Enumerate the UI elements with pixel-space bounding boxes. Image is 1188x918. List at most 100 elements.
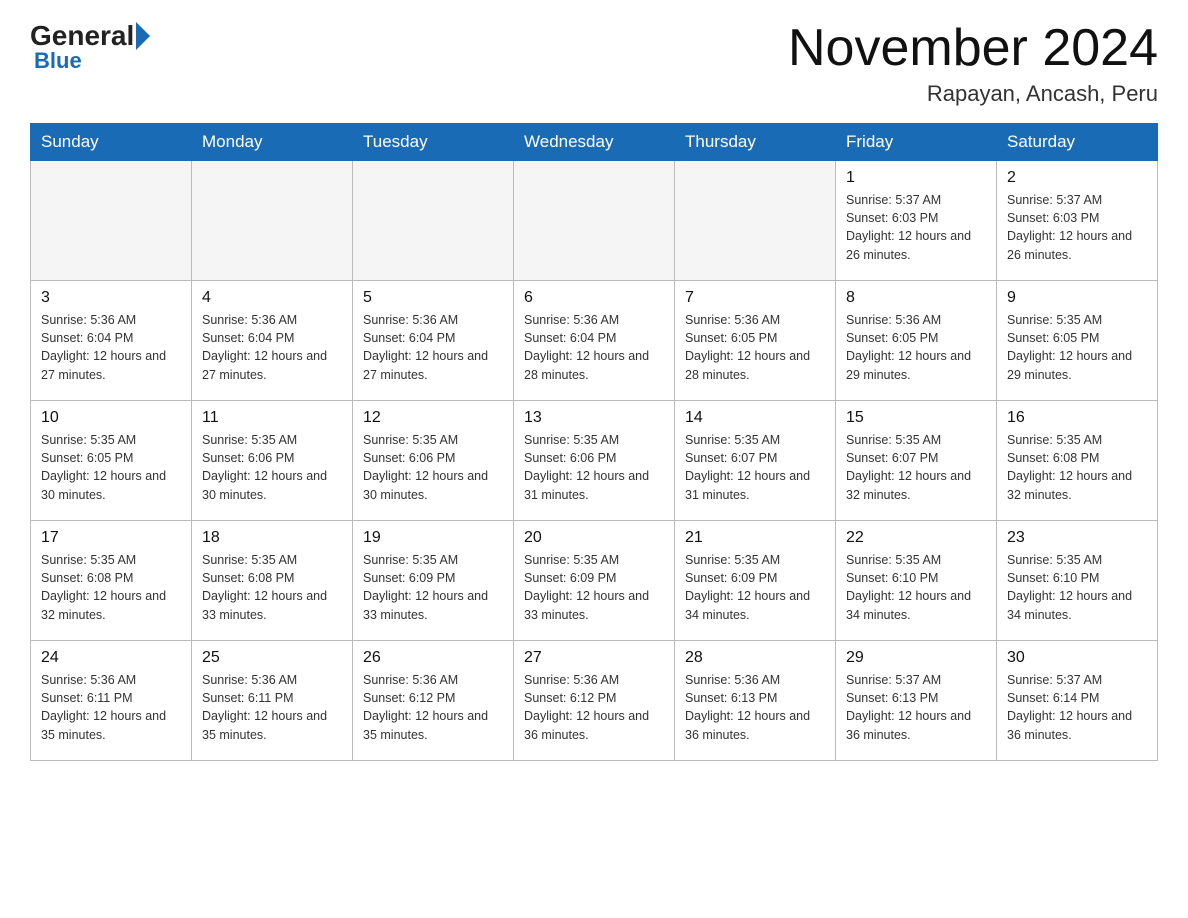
day-number: 23 [1007,529,1147,547]
day-info: Sunrise: 5:37 AM Sunset: 6:03 PM Dayligh… [846,191,986,264]
day-number: 16 [1007,409,1147,427]
calendar-cell: 28 Sunrise: 5:36 AM Sunset: 6:13 PM Dayli… [675,641,836,761]
day-info: Sunrise: 5:35 AM Sunset: 6:10 PM Dayligh… [1007,551,1147,624]
day-number: 19 [363,529,503,547]
day-info: Sunrise: 5:36 AM Sunset: 6:12 PM Dayligh… [363,671,503,744]
calendar-cell [31,161,192,281]
day-info: Sunrise: 5:35 AM Sunset: 6:08 PM Dayligh… [41,551,181,624]
day-info: Sunrise: 5:36 AM Sunset: 6:13 PM Dayligh… [685,671,825,744]
day-info: Sunrise: 5:35 AM Sunset: 6:08 PM Dayligh… [1007,431,1147,504]
calendar-week-row: 10Sunrise: 5:35 AM Sunset: 6:05 PM Dayli… [31,401,1158,521]
calendar-cell: 21 Sunrise: 5:35 AM Sunset: 6:09 PM Dayli… [675,521,836,641]
calendar-cell: 13 Sunrise: 5:35 AM Sunset: 6:06 PM Dayli… [514,401,675,521]
col-tuesday: Tuesday [353,124,514,161]
day-info: Sunrise: 5:35 AM Sunset: 6:06 PM Dayligh… [202,431,342,504]
col-wednesday: Wednesday [514,124,675,161]
day-info: Sunrise: 5:36 AM Sunset: 6:04 PM Dayligh… [41,311,181,384]
calendar-cell: 6 Sunrise: 5:36 AM Sunset: 6:04 PM Daylig… [514,281,675,401]
calendar-cell: 14 Sunrise: 5:35 AM Sunset: 6:07 PM Dayli… [675,401,836,521]
day-info: Sunrise: 5:35 AM Sunset: 6:09 PM Dayligh… [363,551,503,624]
day-info: Sunrise: 5:37 AM Sunset: 6:13 PM Dayligh… [846,671,986,744]
day-number: 28 [685,649,825,667]
calendar-cell: 15 Sunrise: 5:35 AM Sunset: 6:07 PM Dayli… [836,401,997,521]
col-sunday: Sunday [31,124,192,161]
day-info: Sunrise: 5:36 AM Sunset: 6:05 PM Dayligh… [685,311,825,384]
day-info: Sunrise: 5:37 AM Sunset: 6:03 PM Dayligh… [1007,191,1147,264]
col-thursday: Thursday [675,124,836,161]
calendar-week-row: 1Sunrise: 5:37 AM Sunset: 6:03 PM Daylig… [31,161,1158,281]
title-area: November 2024 Rapayan, Ancash, Peru [788,20,1158,107]
calendar-cell: 26Sunrise: 5:36 AM Sunset: 6:12 PM Dayli… [353,641,514,761]
calendar-cell: 1Sunrise: 5:37 AM Sunset: 6:03 PM Daylig… [836,161,997,281]
calendar-table: Sunday Monday Tuesday Wednesday Thursday… [30,123,1158,761]
day-info: Sunrise: 5:36 AM Sunset: 6:11 PM Dayligh… [41,671,181,744]
calendar-cell [675,161,836,281]
day-number: 30 [1007,649,1147,667]
day-number: 13 [524,409,664,427]
day-number: 17 [41,529,181,547]
month-title: November 2024 [788,20,1158,77]
calendar-cell: 3 Sunrise: 5:36 AM Sunset: 6:04 PM Daylig… [31,281,192,401]
day-info: Sunrise: 5:35 AM Sunset: 6:09 PM Dayligh… [524,551,664,624]
col-monday: Monday [192,124,353,161]
calendar-cell: 8 Sunrise: 5:36 AM Sunset: 6:05 PM Daylig… [836,281,997,401]
calendar-week-row: 3 Sunrise: 5:36 AM Sunset: 6:04 PM Daylig… [31,281,1158,401]
calendar-week-row: 24 Sunrise: 5:36 AM Sunset: 6:11 PM Dayli… [31,641,1158,761]
day-number: 15 [846,409,986,427]
calendar-cell: 20 Sunrise: 5:35 AM Sunset: 6:09 PM Dayli… [514,521,675,641]
day-info: Sunrise: 5:36 AM Sunset: 6:04 PM Dayligh… [363,311,503,384]
day-info: Sunrise: 5:35 AM Sunset: 6:08 PM Dayligh… [202,551,342,624]
day-info: Sunrise: 5:36 AM Sunset: 6:05 PM Dayligh… [846,311,986,384]
day-number: 9 [1007,289,1147,307]
day-number: 21 [685,529,825,547]
header: General Blue November 2024 Rapayan, Anca… [30,20,1158,107]
calendar-cell: 19 Sunrise: 5:35 AM Sunset: 6:09 PM Dayli… [353,521,514,641]
calendar-cell: 22 Sunrise: 5:35 AM Sunset: 6:10 PM Dayli… [836,521,997,641]
day-number: 24 [41,649,181,667]
day-number: 8 [846,289,986,307]
day-number: 4 [202,289,342,307]
logo-blue-text: Blue [34,48,82,74]
day-info: Sunrise: 5:36 AM Sunset: 6:04 PM Dayligh… [524,311,664,384]
logo-area: General Blue [30,20,150,74]
day-number: 11 [202,409,342,427]
calendar-cell: 7Sunrise: 5:36 AM Sunset: 6:05 PM Daylig… [675,281,836,401]
day-info: Sunrise: 5:36 AM Sunset: 6:11 PM Dayligh… [202,671,342,744]
logo-arrow-icon [136,22,150,50]
day-number: 18 [202,529,342,547]
location-subtitle: Rapayan, Ancash, Peru [788,81,1158,107]
day-info: Sunrise: 5:36 AM Sunset: 6:12 PM Dayligh… [524,671,664,744]
day-number: 22 [846,529,986,547]
calendar-cell: 30 Sunrise: 5:37 AM Sunset: 6:14 PM Dayli… [997,641,1158,761]
day-number: 25 [202,649,342,667]
calendar-cell [514,161,675,281]
day-info: Sunrise: 5:35 AM Sunset: 6:05 PM Dayligh… [1007,311,1147,384]
col-friday: Friday [836,124,997,161]
day-number: 27 [524,649,664,667]
day-info: Sunrise: 5:37 AM Sunset: 6:14 PM Dayligh… [1007,671,1147,744]
day-number: 5 [363,289,503,307]
calendar-header-row: Sunday Monday Tuesday Wednesday Thursday… [31,124,1158,161]
day-number: 14 [685,409,825,427]
day-info: Sunrise: 5:35 AM Sunset: 6:07 PM Dayligh… [685,431,825,504]
day-info: Sunrise: 5:35 AM Sunset: 6:09 PM Dayligh… [685,551,825,624]
calendar-cell: 10Sunrise: 5:35 AM Sunset: 6:05 PM Dayli… [31,401,192,521]
day-info: Sunrise: 5:36 AM Sunset: 6:04 PM Dayligh… [202,311,342,384]
day-info: Sunrise: 5:35 AM Sunset: 6:07 PM Dayligh… [846,431,986,504]
day-info: Sunrise: 5:35 AM Sunset: 6:06 PM Dayligh… [524,431,664,504]
calendar-cell: 12Sunrise: 5:35 AM Sunset: 6:06 PM Dayli… [353,401,514,521]
calendar-cell: 18 Sunrise: 5:35 AM Sunset: 6:08 PM Dayli… [192,521,353,641]
calendar-week-row: 17 Sunrise: 5:35 AM Sunset: 6:08 PM Dayli… [31,521,1158,641]
calendar-cell: 4 Sunrise: 5:36 AM Sunset: 6:04 PM Daylig… [192,281,353,401]
day-number: 10 [41,409,181,427]
day-number: 20 [524,529,664,547]
calendar-cell: 23 Sunrise: 5:35 AM Sunset: 6:10 PM Dayli… [997,521,1158,641]
day-info: Sunrise: 5:35 AM Sunset: 6:06 PM Dayligh… [363,431,503,504]
calendar-cell: 29Sunrise: 5:37 AM Sunset: 6:13 PM Dayli… [836,641,997,761]
day-info: Sunrise: 5:35 AM Sunset: 6:10 PM Dayligh… [846,551,986,624]
calendar-cell: 11 Sunrise: 5:35 AM Sunset: 6:06 PM Dayli… [192,401,353,521]
calendar-cell [192,161,353,281]
day-number: 6 [524,289,664,307]
calendar-cell: 27 Sunrise: 5:36 AM Sunset: 6:12 PM Dayli… [514,641,675,761]
day-number: 3 [41,289,181,307]
